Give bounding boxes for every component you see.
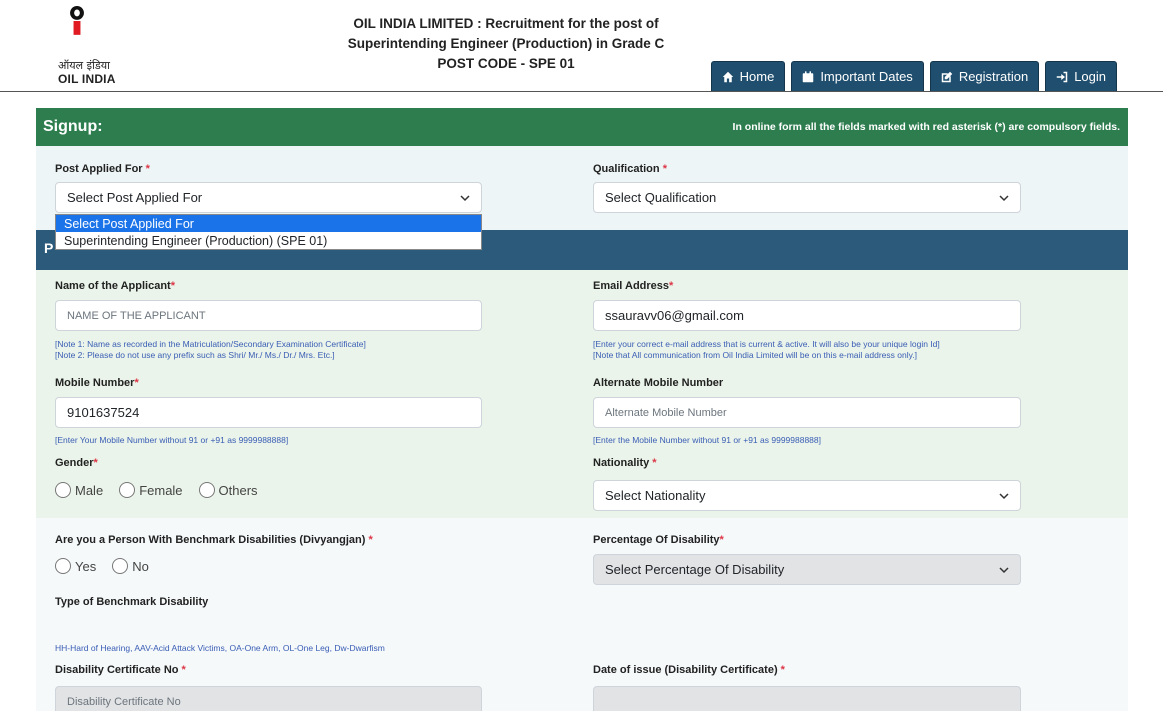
disability-cert-label: Disability Certificate No * <box>55 664 186 676</box>
pwbd-yes-label: Yes <box>75 558 97 574</box>
radio-button[interactable] <box>55 482 71 498</box>
chevron-down-icon <box>999 566 1009 573</box>
applicant-name-placeholder: NAME OF THE APPLICANT <box>67 309 206 322</box>
logo-text-hindi: ऑयल इंडिया <box>58 59 110 72</box>
disability-percentage-select[interactable]: Select Percentage Of Disability <box>593 554 1021 585</box>
logo-emblem-icon <box>70 6 84 35</box>
disability-cert-placeholder: Disability Certificate No <box>67 695 181 708</box>
post-applied-label: Post Applied For * <box>55 163 150 175</box>
gender-female-label: Female <box>139 482 183 498</box>
chevron-down-icon <box>999 492 1009 499</box>
email-note: [Enter your correct e-mail address that … <box>593 339 940 361</box>
nav-registration-button[interactable]: Registration <box>929 61 1040 91</box>
pwbd-yes-option[interactable]: Yes <box>55 558 96 574</box>
disability-type-label: Type of Benchmark Disability <box>55 596 209 608</box>
nav-important-dates-button[interactable]: Important Dates <box>791 61 924 91</box>
radio-button[interactable] <box>198 482 215 498</box>
oil-india-logo: ऑयल इंडिया OIL INDIA <box>58 6 128 88</box>
email-label: Email Address* <box>593 280 674 292</box>
section-title: P <box>44 240 54 256</box>
post-applied-select[interactable]: Select Post Applied For <box>55 182 482 213</box>
edit-icon <box>941 71 953 82</box>
applicant-name-label: Name of the Applicant* <box>55 280 175 292</box>
mobile-input[interactable]: 9101637524 <box>55 397 482 428</box>
disability-percentage-label: Percentage Of Disability* <box>593 534 724 546</box>
header-divider <box>0 91 1163 92</box>
post-applied-value: Select Post Applied For <box>67 190 203 205</box>
nav-home-button[interactable]: Home <box>710 61 786 91</box>
alt-mobile-input[interactable]: Alternate Mobile Number <box>593 397 1021 428</box>
post-code: POST CODE - SPE 01 <box>296 54 716 74</box>
applicant-name-note-2: [Note 2: Please do not use any prefix su… <box>55 350 335 360</box>
page-header: ऑयल इंडिया OIL INDIA OIL INDIA LIMITED :… <box>0 0 1163 92</box>
compulsory-fields-note: In online form all the fields marked wit… <box>732 121 1120 133</box>
nav-important-dates-label: Important Dates <box>820 69 913 84</box>
post-code-value: - SPE 01 <box>520 56 575 71</box>
login-icon <box>1056 71 1068 82</box>
email-input[interactable]: ssauravv06@gmail.com <box>593 300 1021 331</box>
applicant-name-note: [Note 1: Name as recorded in the Matricu… <box>55 339 366 361</box>
signup-title: Signup: <box>43 118 103 135</box>
gender-others-option[interactable]: Others <box>198 482 258 498</box>
gender-male-label: Male <box>75 482 104 498</box>
gender-female-option[interactable]: Female <box>119 482 183 498</box>
applicant-name-input[interactable]: NAME OF THE APPLICANT <box>55 300 482 331</box>
pwbd-no-option[interactable]: No <box>112 558 149 574</box>
gender-radio-group: Male Female Others <box>55 482 270 498</box>
chevron-down-icon <box>999 194 1009 201</box>
calendar-icon <box>803 70 814 82</box>
signup-bar: Signup: In online form all the fields ma… <box>36 108 1128 146</box>
home-icon <box>722 71 733 82</box>
nav-login-button[interactable]: Login <box>1045 61 1117 91</box>
disability-date-input[interactable] <box>593 686 1021 711</box>
post-code-label: POST CODE <box>437 56 517 71</box>
nationality-value: Select Nationality <box>605 488 706 503</box>
qualification-select[interactable]: Select Qualification <box>593 182 1021 213</box>
disability-type-note: HH-Hard of Hearing, AAV-Acid Attack Vict… <box>55 643 385 653</box>
title-line-2: Superintending Engineer (Production) in … <box>347 36 665 51</box>
gender-male-option[interactable]: Male <box>55 482 103 498</box>
nationality-select[interactable]: Select Nationality <box>593 480 1021 511</box>
radio-button[interactable] <box>112 558 129 574</box>
page-title: OIL INDIA LIMITED : Recruitment for the … <box>296 14 716 74</box>
mobile-note: [Enter Your Mobile Number without 91 or … <box>55 435 289 445</box>
logo-text-english: OIL INDIA <box>58 72 116 86</box>
dropdown-option[interactable]: Select Post Applied For <box>56 215 481 232</box>
mobile-label: Mobile Number* <box>55 377 139 389</box>
qualification-label: Qualification * <box>593 163 667 175</box>
gender-label: Gender* <box>55 457 98 469</box>
mobile-value: 9101637524 <box>67 405 140 420</box>
radio-button[interactable] <box>119 482 136 498</box>
gender-others-label: Others <box>218 482 258 498</box>
applicant-name-note-1: [Note 1: Name as recorded in the Matricu… <box>55 339 366 349</box>
top-nav: Home Important Dates Registration Login <box>710 61 1117 91</box>
pwbd-no-label: No <box>132 558 149 574</box>
email-value: ssauravv06@gmail.com <box>605 308 744 323</box>
pwbd-label: Are you a Person With Benchmark Disabili… <box>55 534 373 546</box>
pwbd-radio-group: Yes No <box>55 558 161 574</box>
qualification-value: Select Qualification <box>605 190 717 205</box>
email-note-1: [Enter your correct e-mail address that … <box>593 339 940 349</box>
nationality-label: Nationality * <box>593 457 657 469</box>
disability-date-label: Date of issue (Disability Certificate) * <box>593 664 785 676</box>
post-applied-dropdown-list: Select Post Applied For Superintending E… <box>55 214 482 250</box>
email-note-2: [Note that All communication from Oil In… <box>593 350 917 360</box>
alt-mobile-placeholder: Alternate Mobile Number <box>605 406 727 419</box>
radio-button[interactable] <box>55 558 71 574</box>
disability-cert-input[interactable]: Disability Certificate No <box>55 686 482 711</box>
chevron-down-icon <box>460 194 470 201</box>
nav-registration-label: Registration <box>958 69 1029 84</box>
nav-home-label: Home <box>739 69 775 84</box>
alt-mobile-note: [Enter the Mobile Number without 91 or +… <box>593 435 821 445</box>
disability-percentage-value: Select Percentage Of Disability <box>605 562 785 577</box>
dropdown-option[interactable]: Superintending Engineer (Production) (SP… <box>56 232 481 249</box>
alt-mobile-label: Alternate Mobile Number <box>593 377 724 389</box>
nav-login-label: Login <box>1074 69 1106 84</box>
title-line-1: OIL INDIA LIMITED : Recruitment for the … <box>353 16 659 31</box>
disability-section-bg <box>36 518 1128 711</box>
